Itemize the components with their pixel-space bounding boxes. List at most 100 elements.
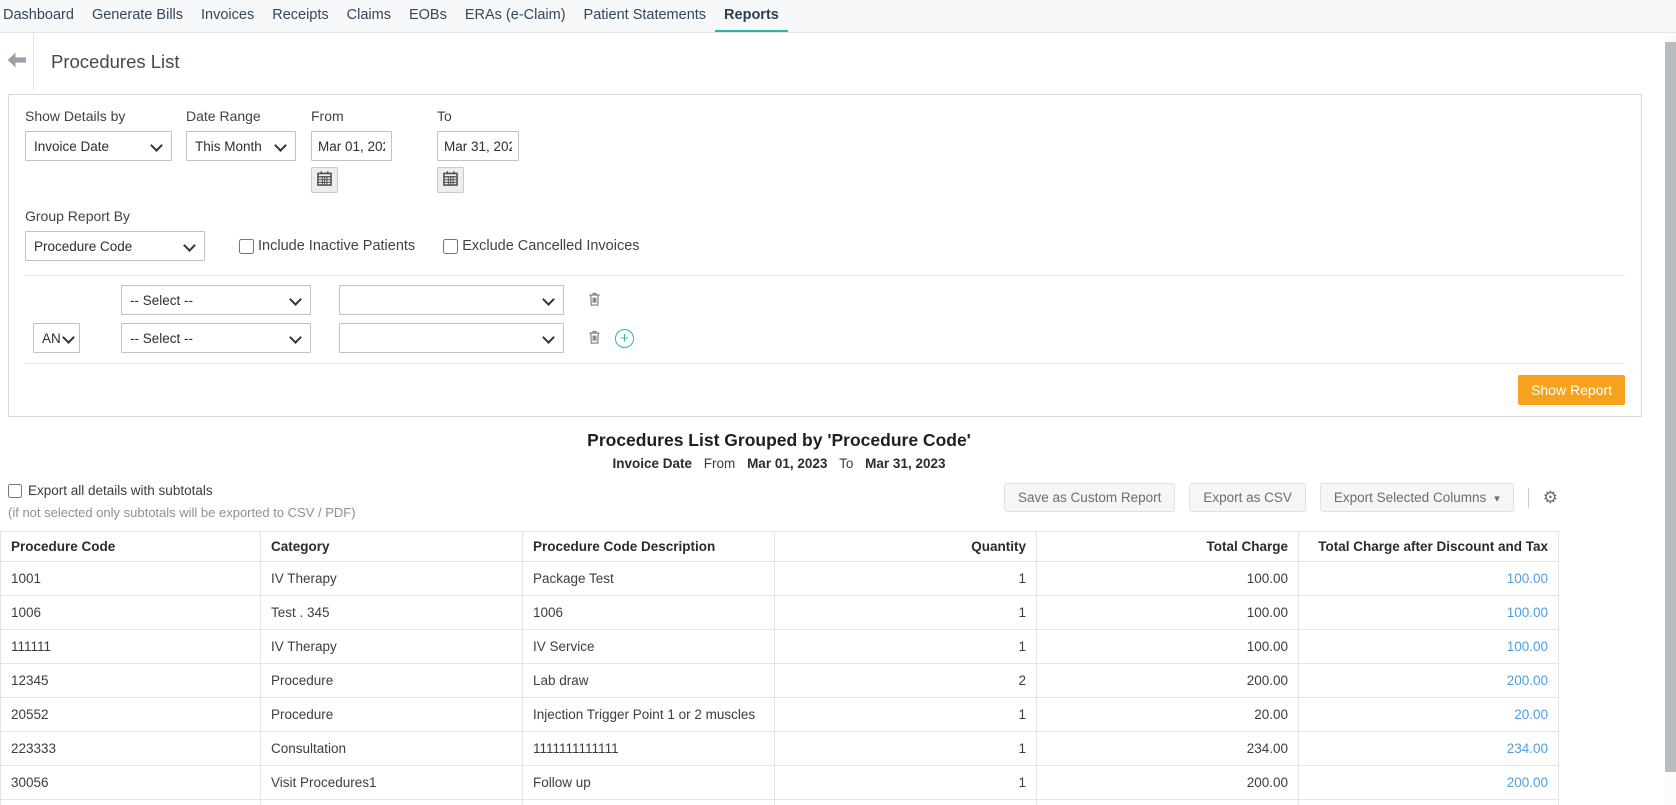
scrollbar-thumb[interactable] [1665, 42, 1676, 772]
subtitle-from-date: Mar 01, 2023 [747, 456, 828, 471]
charge-after-discount-link[interactable]: 150.00 [1298, 799, 1559, 805]
nav-item-patient-statements[interactable]: Patient Statements [575, 0, 716, 32]
cell: 150.00 [1036, 799, 1299, 805]
cell: Package Test [522, 561, 775, 596]
calendar-icon [317, 171, 332, 189]
nav-item-reports[interactable]: Reports [715, 0, 788, 32]
charge-after-discount-link[interactable]: 20.00 [1298, 697, 1559, 732]
save-as-custom-report-button[interactable]: Save as Custom Report [1004, 483, 1176, 512]
group-report-by-label: Group Report By [25, 208, 131, 224]
group-report-by-select[interactable]: Procedure Code [25, 231, 205, 261]
table-body: 1001 IV Therapy Package Test 1 100.00 100.00 1… [0, 561, 1559, 805]
cell: 223333 [0, 731, 261, 766]
from-calendar-button[interactable] [311, 167, 338, 193]
delete-condition-button-2[interactable] [586, 327, 603, 350]
add-condition-button[interactable]: + [615, 328, 634, 348]
nav-item-receipts[interactable]: Receipts [263, 0, 337, 32]
condition-value-select-1[interactable] [339, 285, 564, 315]
top-nav: Dashboard Generate Bills Invoices Receipts C… [0, 0, 1676, 33]
charge-after-discount-link[interactable]: 234.00 [1298, 731, 1559, 766]
cell: 200.00 [1036, 765, 1299, 800]
charge-after-discount-link[interactable]: 100.00 [1298, 629, 1559, 664]
cell: 1 [774, 629, 1037, 664]
show-details-by-select[interactable]: Invoice Date [25, 131, 172, 161]
cell: Adjustments [522, 799, 775, 805]
procedures-table: Procedure Code Category Procedure Code Des… [0, 531, 1559, 805]
cell: 100.00 [1036, 629, 1299, 664]
table-row: 12345 Procedure Lab draw 2 200.00 200.00 [0, 663, 1559, 698]
column-header: Quantity [774, 531, 1037, 562]
charge-after-discount-link[interactable]: 200.00 [1298, 765, 1559, 800]
table-row: 111111 IV Therapy IV Service 1 100.00 100.00 [0, 629, 1559, 664]
subtitle-to-date: Mar 31, 2023 [865, 456, 946, 471]
condition-field-select-1[interactable]: -- Select -- [121, 285, 311, 315]
column-header: Procedure Code [0, 531, 261, 562]
cell: 2 [774, 663, 1037, 698]
export-as-csv-button[interactable]: Export as CSV [1189, 483, 1306, 512]
calendar-icon [443, 171, 458, 189]
nav-item-eobs[interactable]: EOBs [400, 0, 456, 32]
column-header: Total Charge [1036, 531, 1299, 562]
export-all-details-checkbox[interactable]: Export all details with subtotals [8, 483, 356, 498]
cell: IV Therapy [260, 561, 523, 596]
to-date-input[interactable] [437, 131, 519, 161]
charge-after-discount-link[interactable]: 100.00 [1298, 561, 1559, 596]
nav-item-claims[interactable]: Claims [338, 0, 400, 32]
charge-after-discount-link[interactable]: 100.00 [1298, 595, 1559, 630]
export-all-details-input[interactable] [8, 483, 22, 498]
cell: 1 [774, 697, 1037, 732]
cell: Follow up [522, 765, 775, 800]
export-note: (if not selected only subtotals will be … [8, 505, 356, 520]
cell: 12345 [0, 663, 261, 698]
nav-item-generate-bills[interactable]: Generate Bills [83, 0, 192, 32]
cell: 20552 [0, 697, 261, 732]
include-inactive-patients-checkbox[interactable]: Include Inactive Patients [239, 238, 415, 254]
cell: 3 [774, 799, 1037, 805]
filter-panel: Show Details by Invoice Date Date Range … [8, 94, 1642, 417]
exclude-cancelled-invoices-checkbox[interactable]: Exclude Cancelled Invoices [443, 238, 640, 254]
condition-row-2: AND -- Select -- + [33, 323, 1625, 353]
include-inactive-patients-input[interactable] [239, 238, 254, 254]
cell: 20.00 [1036, 697, 1299, 732]
cell: 100.00 [1036, 561, 1299, 596]
delete-condition-button-1[interactable] [586, 289, 603, 312]
cell: Consultation [260, 731, 523, 766]
table-row: 30056 Visit Procedures1 Follow up 1 200.00 20… [0, 765, 1559, 800]
cell: Injection Trigger Point 1 or 2 muscles [522, 697, 775, 732]
condition-field-select-2[interactable]: -- Select -- [121, 323, 311, 353]
cell: IV Therapy [260, 629, 523, 664]
subtitle-to-label: To [839, 456, 854, 471]
cell: Procedure [260, 663, 523, 698]
nav-item-eras-e-claim[interactable]: ERAs (e-Claim) [456, 0, 575, 32]
nav-item-invoices[interactable]: Invoices [192, 0, 263, 32]
exclude-cancelled-invoices-input[interactable] [443, 238, 459, 254]
to-calendar-button[interactable] [437, 167, 464, 193]
cell: Visit Procedures1 [260, 765, 523, 800]
charge-after-discount-link[interactable]: 200.00 [1298, 663, 1559, 698]
settings-gear-button[interactable]: ⚙ [1543, 488, 1558, 508]
condition-value-select-2[interactable] [339, 323, 564, 353]
from-label: From [311, 108, 344, 124]
cell: 30056 [0, 765, 261, 800]
cell: 100.00 [1036, 595, 1299, 630]
cell: 200.00 [1036, 663, 1299, 698]
table-row: 498AdjustmentsAdjustments3150.00150.00 [0, 799, 1559, 805]
report-toolbar: Export all details with subtotals (if no… [0, 483, 1558, 520]
cell: 1001 [0, 561, 261, 596]
back-button[interactable] [0, 33, 34, 90]
logic-operator-select[interactable]: AND [33, 323, 80, 353]
show-report-button[interactable]: Show Report [1518, 375, 1625, 405]
report-subtitle: Invoice Date From Mar 01, 2023 To Mar 31… [0, 456, 1558, 471]
cell: 234.00 [1036, 731, 1299, 766]
cell: 1006 [522, 595, 775, 630]
cell: Procedure [260, 697, 523, 732]
export-selected-columns-button[interactable]: Export Selected Columns ▾ [1319, 483, 1514, 512]
nav-item-dashboard[interactable]: Dashboard [0, 0, 83, 32]
table-row: 1006 Test . 345 1006 1 100.00 100.00 [0, 595, 1559, 630]
page-header: Procedures List [0, 33, 1676, 90]
from-date-input[interactable] [311, 131, 392, 161]
date-range-select[interactable]: This Month [186, 131, 296, 161]
table-row: 20552 Procedure Injection Trigger Point 1 … [0, 697, 1559, 732]
filter-conditions: -- Select -- AND -- Select -- + [25, 275, 1625, 364]
cell: 1006 [0, 595, 261, 630]
